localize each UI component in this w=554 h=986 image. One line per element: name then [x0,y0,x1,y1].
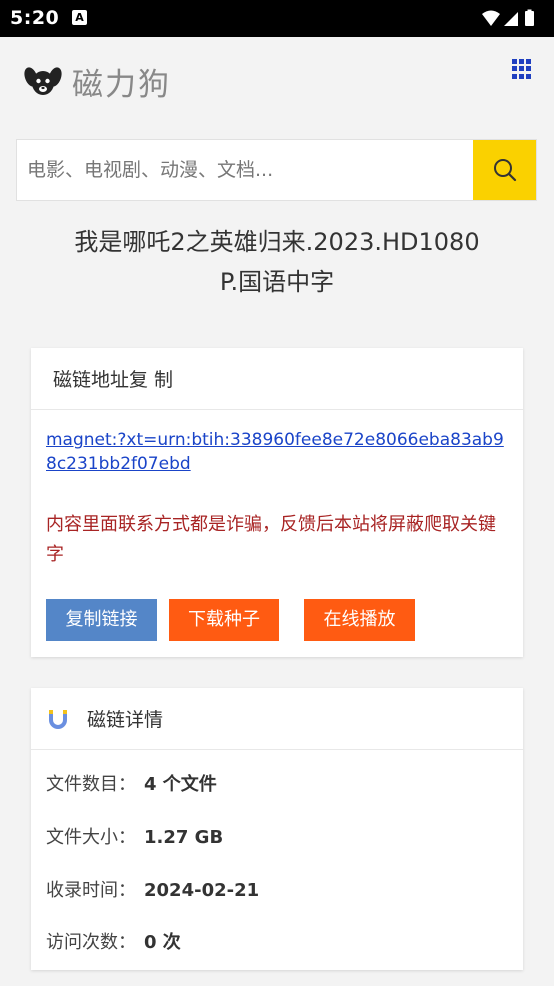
details-card: 磁链详情 文件数目： 4 个文件 文件大小： 1.27 GB 收录时间： 2024-0… [31,688,523,970]
indexed-value: 2024-02-21 [144,880,260,901]
play-online-button[interactable]: 在线播放 [304,599,415,641]
magnet-icon [49,709,67,729]
detail-row-indexed: 收录时间： 2024-02-21 [46,876,259,902]
status-bar: 5:20 A [0,0,554,37]
battery-icon [525,9,534,26]
search-bar [16,139,537,201]
file-count-label: 文件数目： [46,774,136,795]
search-input[interactable] [17,140,473,200]
signal-icon [504,12,518,26]
page-title-line1: 我是哪吒2之英雄归来.2023.HD1080 [74,228,480,256]
details-card-title: 磁链详情 [87,709,164,731]
file-size-value: 1.27 GB [144,827,224,848]
page-title: 我是哪吒2之英雄归来.2023.HD1080 P.国语中字 [30,222,524,302]
download-torrent-button[interactable]: 下载种子 [169,599,279,641]
dog-logo-icon[interactable] [24,63,62,101]
app-header: 磁力狗 [0,37,554,127]
magnet-link[interactable]: magnet:?xt=urn:btih:338960fee8e72e8066eb… [46,428,511,476]
status-time: 5:20 [10,7,60,29]
visits-value: 0 次 [144,932,181,953]
copy-link-button[interactable]: 复制链接 [46,599,157,641]
visits-label: 访问次数： [46,932,136,953]
wifi-icon [482,10,500,26]
grid-menu-icon[interactable] [512,59,532,79]
notification-icon: A [72,10,87,25]
file-size-label: 文件大小： [46,827,136,848]
app-logo-text[interactable]: 磁力狗 [72,59,171,104]
file-count-value: 4 个文件 [144,774,217,795]
warning-text: 内容里面联系方式都是诈骗，反馈后本站将屏蔽爬取关键字 [46,514,496,565]
magnet-card: 磁链地址复 制 magnet:?xt=urn:btih:338960fee8e7… [31,348,523,657]
detail-row-visits: 访问次数： 0 次 [46,928,181,954]
system-icons [480,9,542,33]
indexed-label: 收录时间： [46,880,136,901]
search-icon [493,159,516,182]
page-title-line2: P.国语中字 [219,268,335,296]
detail-row-file-size: 文件大小： 1.27 GB [46,823,223,849]
detail-row-file-count: 文件数目： 4 个文件 [46,770,217,796]
details-card-header: 磁链详情 [31,688,523,750]
search-button[interactable] [473,140,536,200]
magnet-card-header: 磁链地址复 制 [31,348,523,410]
